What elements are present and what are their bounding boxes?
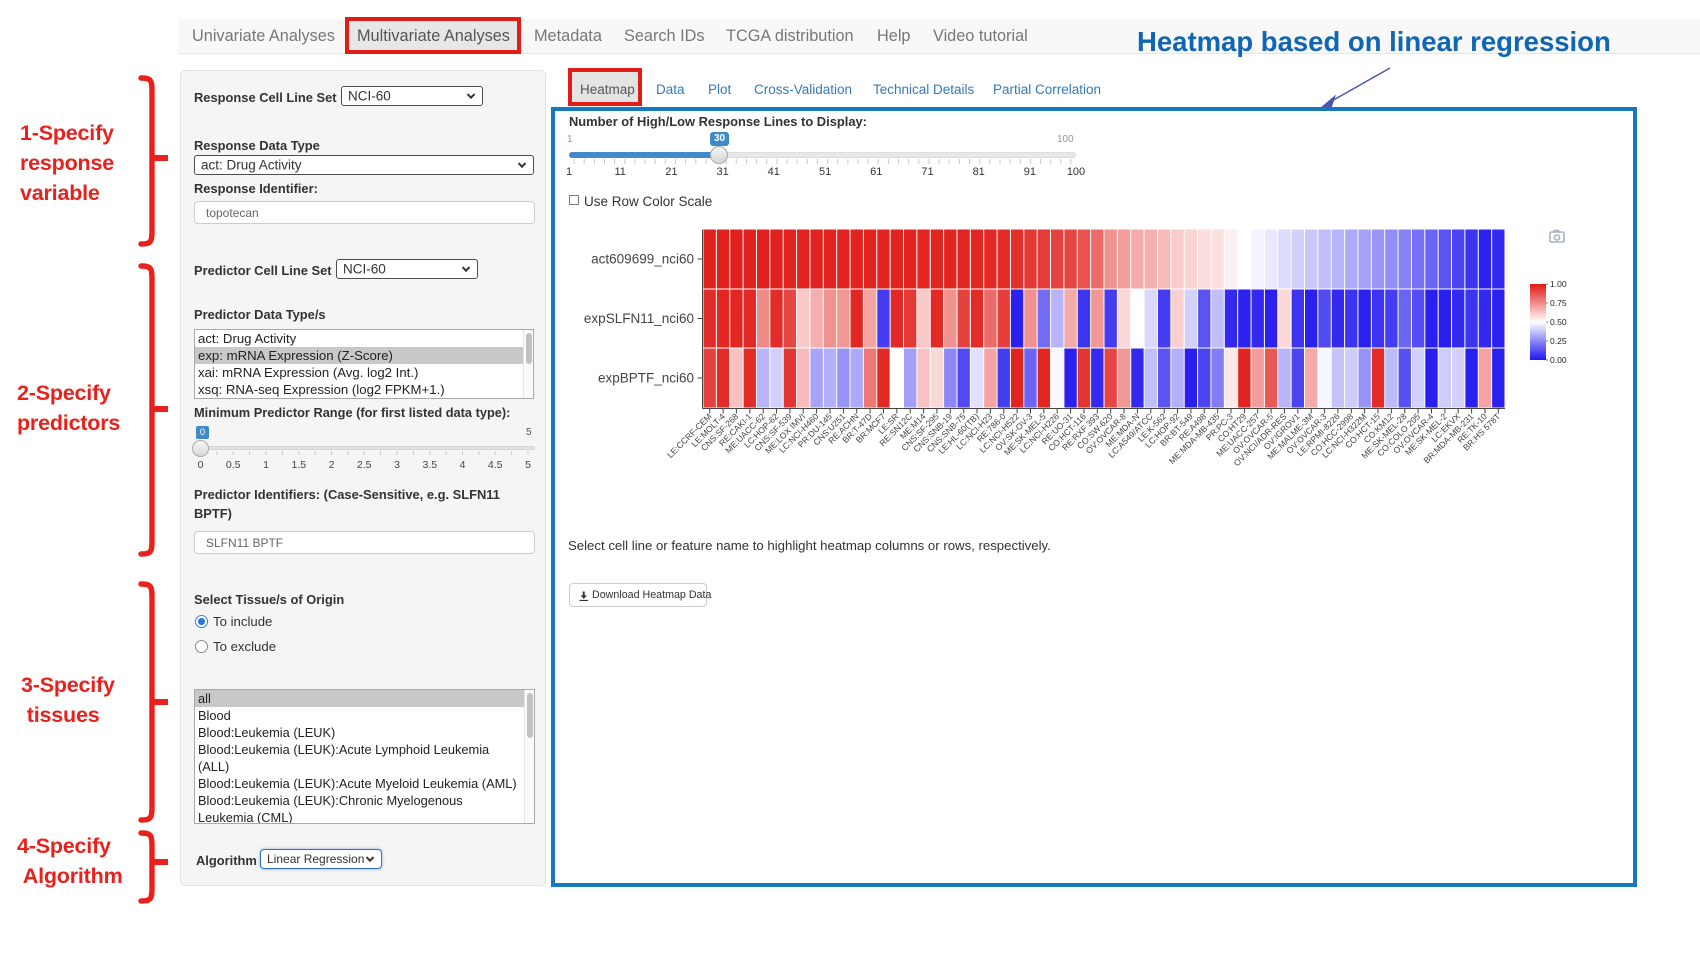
svg-text:0.25: 0.25	[1550, 336, 1567, 346]
svg-text:0.75: 0.75	[1550, 298, 1567, 308]
svg-text:0.00: 0.00	[1550, 355, 1567, 365]
svg-text:expBPTF_nci60: expBPTF_nci60	[598, 371, 694, 386]
svg-text:act609699_nci60: act609699_nci60	[591, 252, 694, 267]
svg-text:expSLFN11_nci60: expSLFN11_nci60	[584, 311, 694, 326]
svg-text:0.50: 0.50	[1550, 317, 1567, 327]
svg-text:1.00: 1.00	[1550, 279, 1567, 289]
